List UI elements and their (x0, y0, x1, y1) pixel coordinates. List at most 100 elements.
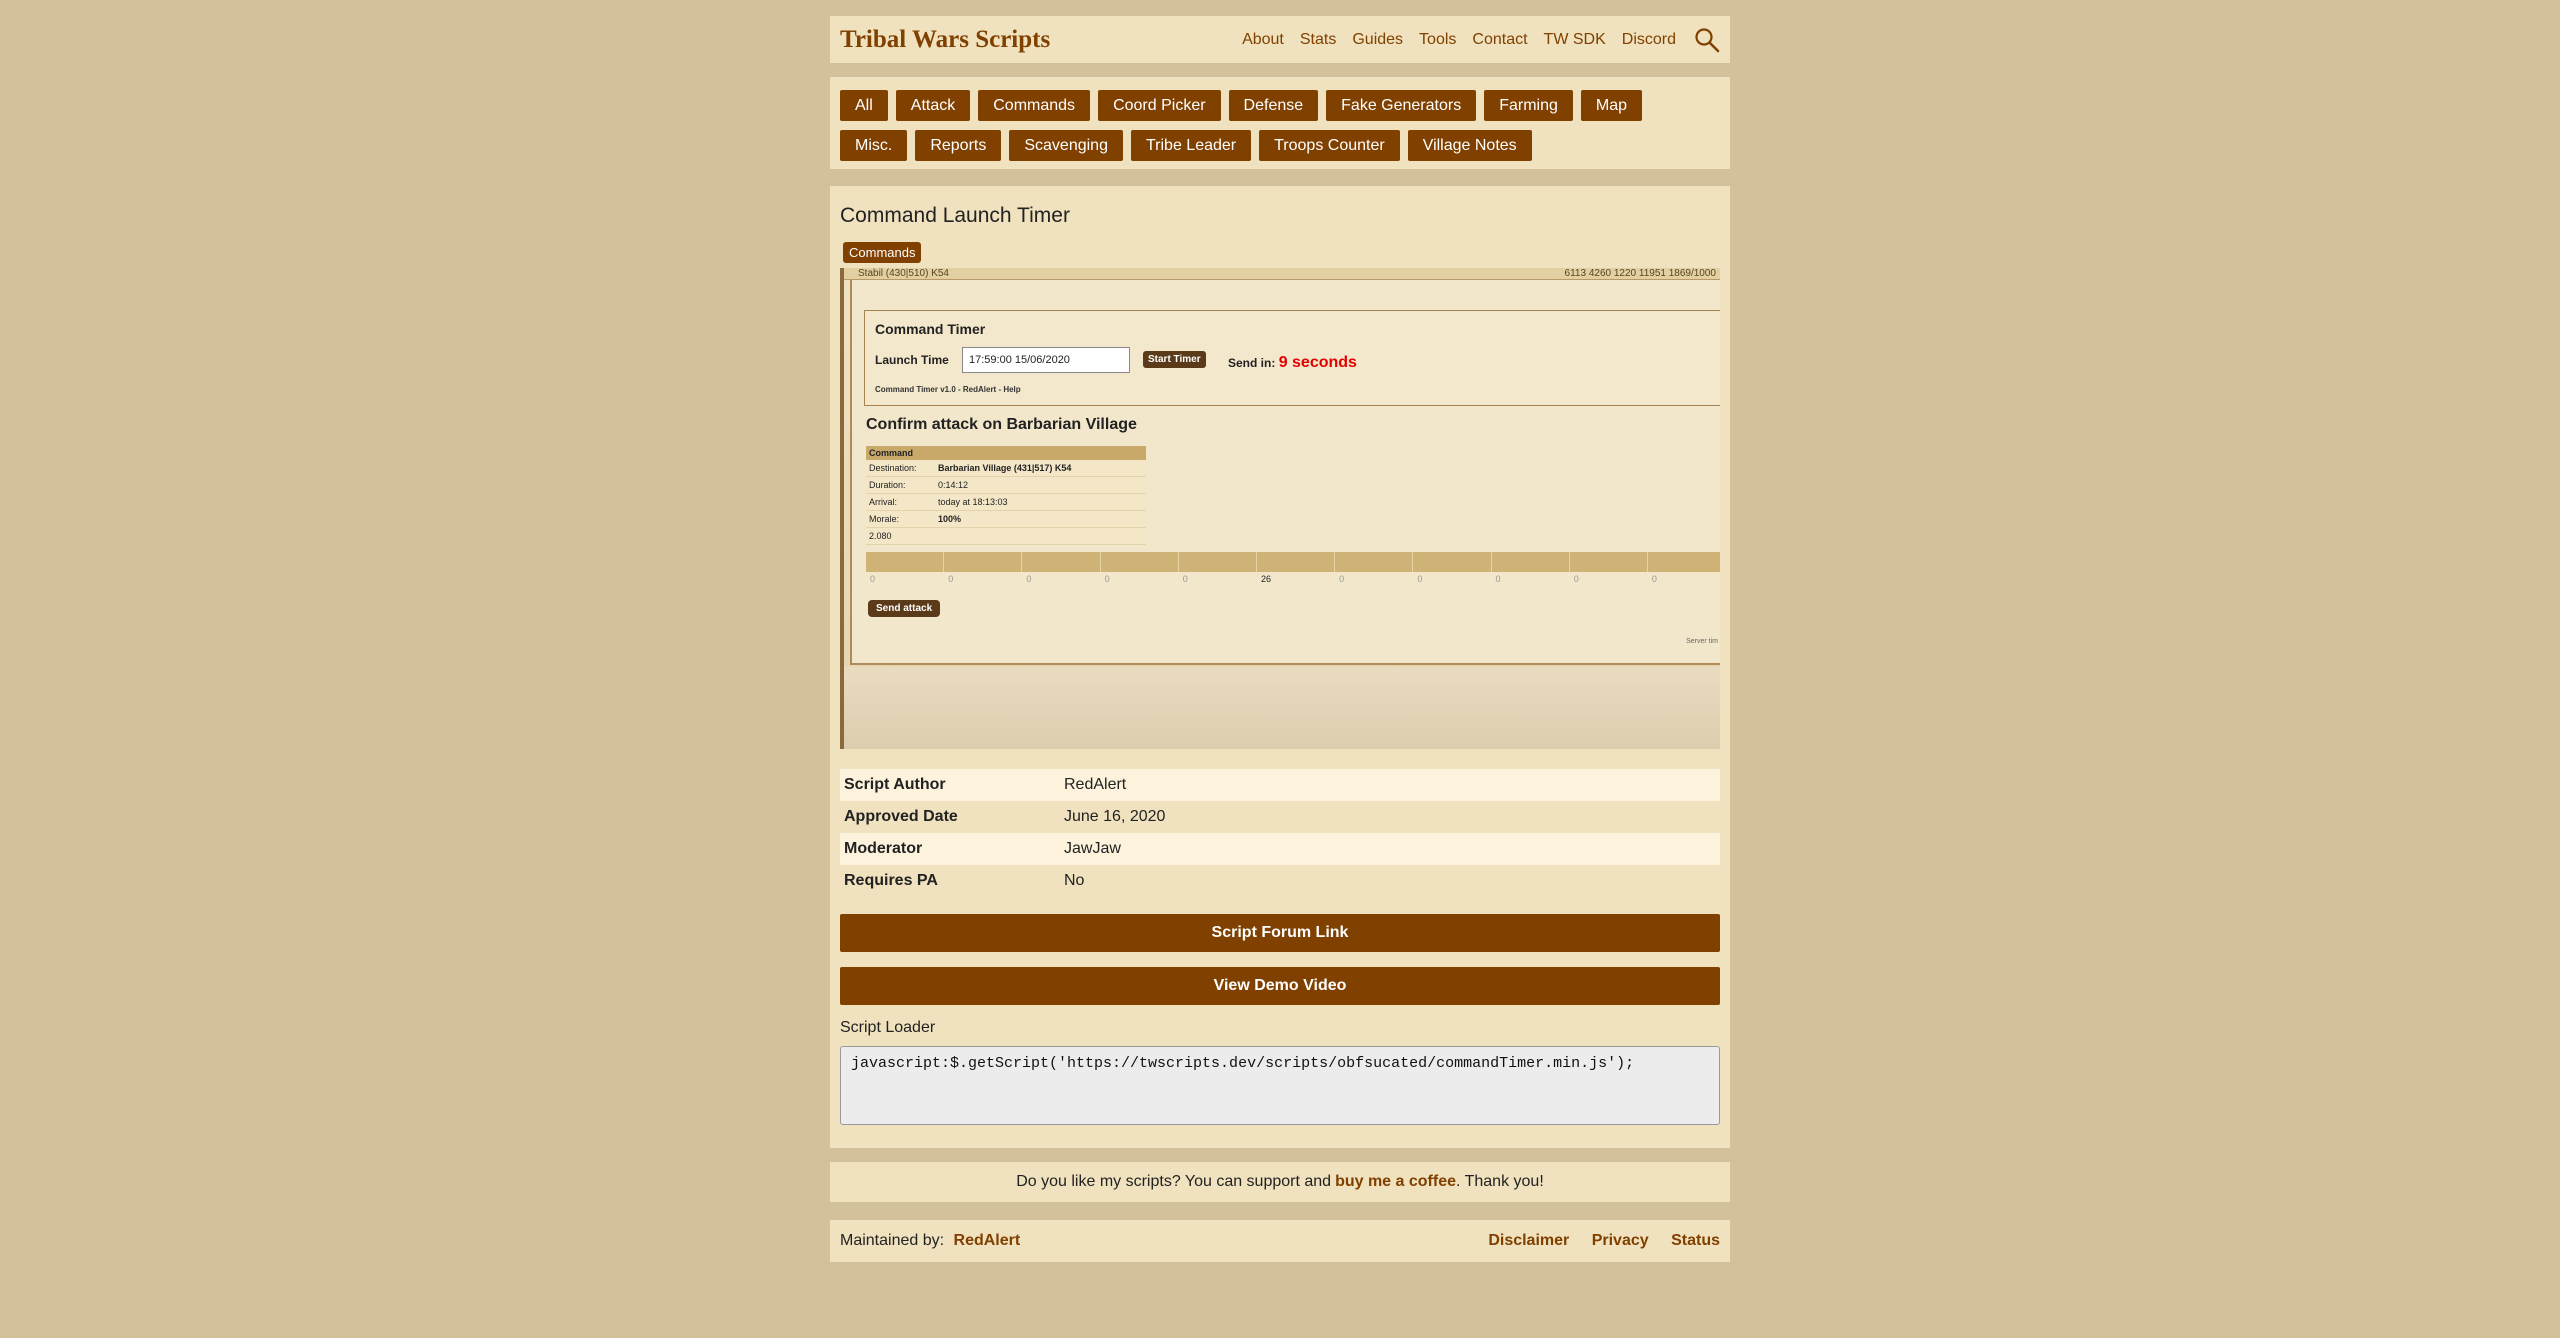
screenshot-row: Morale: 100% (866, 511, 1146, 528)
nav-guides[interactable]: Guides (1352, 31, 1403, 49)
screenshot-row: Duration: 0:14:12 (866, 477, 1146, 494)
category-village-notes[interactable]: Village Notes (1407, 130, 1532, 161)
info-key: Script Author (844, 776, 946, 793)
info-value: June 16, 2020 (1064, 808, 1166, 825)
search-icon[interactable] (1694, 27, 1720, 53)
row-value: 100% (938, 514, 962, 524)
unit-value: 0 (1339, 574, 1345, 584)
unit-value: 0 (1104, 574, 1110, 584)
row-value: 0:14:12 (938, 480, 969, 490)
nav-stats[interactable]: Stats (1300, 31, 1336, 49)
category-troops-counter[interactable]: Troops Counter (1259, 130, 1400, 161)
screenshot-countdown: 9 seconds (1278, 354, 1357, 371)
category-all[interactable]: All (840, 90, 888, 121)
unit-cell (1413, 552, 1492, 572)
footer-disclaimer-link[interactable]: Disclaimer (1488, 1232, 1569, 1249)
row-value: today at 18:13:03 (938, 497, 1008, 507)
unit-cell (1648, 552, 1720, 572)
script-tag-badge[interactable]: Commands (843, 242, 922, 263)
unit-cell (1570, 552, 1648, 572)
support-banner: Do you like my scripts? You can support … (830, 1162, 1730, 1202)
screenshot-confirm-heading: Confirm attack on Barbarian Village (866, 416, 1137, 433)
category-map[interactable]: Map (1580, 90, 1643, 121)
info-key: Requires PA (844, 872, 938, 889)
info-key: Approved Date (844, 808, 958, 825)
info-row-requires-pa: Requires PA No (840, 865, 1720, 897)
main-nav: About Stats Guides Tools Contact TW SDK … (1226, 27, 1720, 53)
unit-cell (1335, 552, 1414, 572)
screenshot-unit-header (866, 552, 1720, 572)
info-row-moderator: Moderator JawJaw (840, 833, 1720, 865)
screenshot-send-attack-button: Send attack (868, 600, 941, 617)
nav-tw-sdk[interactable]: TW SDK (1544, 31, 1606, 49)
screenshot-timer-title: Command Timer (875, 321, 986, 337)
category-commands[interactable]: Commands (978, 90, 1091, 121)
unit-value: 0 (1182, 574, 1188, 584)
info-value: JawJaw (1064, 840, 1121, 857)
unit-cell (1101, 552, 1179, 572)
screenshot-command-table: Command Destination: Barbarian Village (4… (866, 446, 1146, 545)
screenshot-row: Destination: Barbarian Village (431|517) … (866, 460, 1146, 477)
category-defense[interactable]: Defense (1228, 90, 1319, 121)
unit-value: 0 (948, 574, 954, 584)
nav-about[interactable]: About (1242, 31, 1284, 49)
unit-value: 26 (1260, 574, 1271, 584)
screenshot-command-timer-box: Command Timer Launch Time 17:59:00 15/06… (864, 310, 1720, 406)
screenshot-launch-label: Launch Time (875, 353, 949, 367)
support-text-before: Do you like my scripts? You can support … (1016, 1173, 1332, 1190)
category-misc[interactable]: Misc. (840, 130, 908, 161)
footer-status-link[interactable]: Status (1671, 1232, 1720, 1249)
script-loader-label: Script Loader (840, 1019, 936, 1036)
screenshot-server-time: Server tim (1686, 638, 1718, 645)
unit-cell (1257, 552, 1336, 572)
screenshot-haul-row: 2.080 (866, 528, 1146, 545)
unit-cell (866, 552, 945, 572)
category-attack[interactable]: Attack (895, 90, 971, 121)
nav-tools[interactable]: Tools (1419, 31, 1456, 49)
view-demo-video-button[interactable]: View Demo Video (840, 967, 1720, 1005)
info-row-author: Script Author RedAlert (840, 769, 1720, 801)
screenshot-unit-values: 0 0 0 0 0 26 0 0 0 0 0 (866, 574, 1720, 584)
screenshot-background-texture (844, 667, 1720, 749)
unit-cell (1492, 552, 1570, 572)
info-value: RedAlert (1064, 776, 1127, 793)
screenshot-send-in: Send in: 9 seconds (1228, 354, 1357, 372)
nav-contact[interactable]: Contact (1472, 31, 1527, 49)
category-scavenging[interactable]: Scavenging (1009, 130, 1123, 161)
maintained-label: Maintained by: (840, 1232, 945, 1249)
buy-me-a-coffee-link[interactable]: buy me a coffee (1335, 1173, 1456, 1191)
unit-value: 0 (1495, 574, 1501, 584)
screenshot-start-timer-button: Start Timer (1143, 351, 1206, 368)
script-forum-link-button[interactable]: Script Forum Link (840, 914, 1720, 952)
site-header: Tribal Wars Scripts About Stats Guides T… (830, 16, 1730, 63)
unit-value: 0 (1417, 574, 1423, 584)
script-card: Command Launch Timer Commands Stabil (43… (830, 186, 1730, 1148)
category-reports[interactable]: Reports (915, 130, 1002, 161)
maintained-by: Maintained by: RedAlert (840, 1232, 1470, 1250)
maintainer-link[interactable]: RedAlert (954, 1232, 1021, 1249)
category-farming[interactable]: Farming (1484, 90, 1573, 121)
category-coord-picker[interactable]: Coord Picker (1098, 90, 1221, 121)
info-row-approved-date: Approved Date June 16, 2020 (840, 801, 1720, 833)
category-fake-generators[interactable]: Fake Generators (1326, 90, 1477, 121)
unit-cell (944, 552, 1023, 572)
site-footer: Maintained by: RedAlert Disclaimer Priva… (830, 1220, 1730, 1262)
footer-privacy-link[interactable]: Privacy (1592, 1232, 1649, 1249)
site-title[interactable]: Tribal Wars Scripts (840, 26, 1226, 54)
script-info-table: Script Author RedAlert Approved Date Jun… (840, 769, 1720, 897)
category-tribe-leader[interactable]: Tribe Leader (1130, 130, 1252, 161)
support-text-after: . Thank you! (1456, 1173, 1544, 1190)
unit-value: 0 (1573, 574, 1579, 584)
unit-cell (1022, 552, 1101, 572)
category-filter-bar: All Attack Commands Coord Picker Defense… (830, 77, 1730, 169)
screenshot-command-header: Command (866, 446, 1146, 460)
unit-value: 0 (1651, 574, 1657, 584)
script-title: Command Launch Timer (840, 204, 1070, 227)
screenshot-send-in-label: Send in: (1228, 356, 1276, 370)
row-key: Arrival: (869, 497, 898, 507)
nav-discord[interactable]: Discord (1622, 31, 1676, 49)
info-value: No (1064, 872, 1085, 889)
haul-value: 2.080 (869, 531, 892, 541)
screenshot-launch-input: 17:59:00 15/06/2020 (962, 347, 1130, 373)
script-loader-code[interactable]: javascript:$.getScript('https://twscript… (840, 1046, 1720, 1125)
